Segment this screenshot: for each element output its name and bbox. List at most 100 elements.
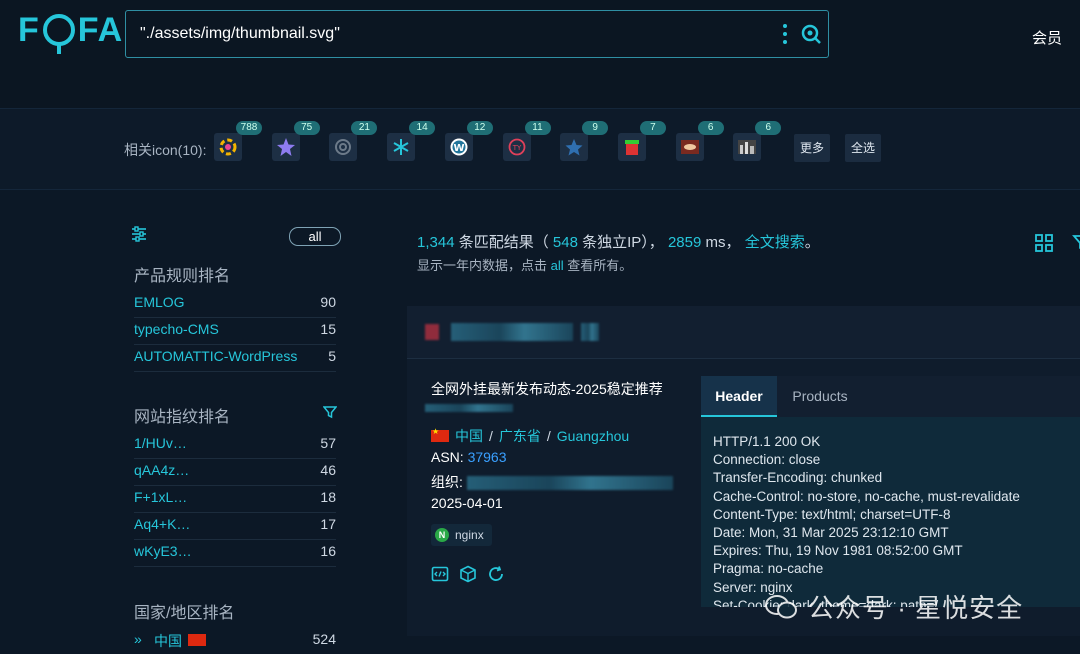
ranking-item-name: AUTOMATTIC-WordPress [134,348,298,364]
icon-count-badge: 75 [293,121,320,135]
detail-tabs: Header Products [701,376,1080,417]
http-header-line: Pragma: no-cache [713,561,824,577]
ranking-item-name: EMLOG [134,294,185,310]
logo-letters-fa: FA [77,10,124,49]
cube-icon[interactable] [459,565,477,583]
icon-count-badge: 12 [466,121,493,135]
watermark-text: 公众号 · 星悦安全 [808,593,1024,623]
product-ranking-row[interactable]: EMLOG 90 [134,290,336,318]
grid-view-icon[interactable] [1034,233,1054,253]
tab-products[interactable]: Products [785,376,855,417]
gear-circle-icon[interactable] [329,133,358,161]
select-all-button[interactable]: 全选 [845,134,882,162]
china-flag-icon [431,427,449,442]
fingerprint-ranking-row[interactable]: qAA4z… 46 [134,458,336,486]
snowflake-icon[interactable] [387,133,416,161]
http-header-line: Expires: Thu, 19 Nov 1981 08:52:00 GMT [713,543,963,559]
http-header-line: Content-Type: text/html; charset=UTF-8 [713,506,951,522]
location-separator: / [546,428,551,444]
redacted-organization[interactable] [467,476,673,490]
filter-funnel-icon[interactable] [1072,233,1080,253]
fofa-logo[interactable]: F FA [18,10,124,54]
icon-count-badge: 6 [755,121,782,135]
redacted-host-address[interactable] [451,323,573,341]
ranking-item-count: 57 [320,435,336,451]
ranking-item-name: Aq4+K… [134,516,191,532]
city-link[interactable]: Guangzhou [557,428,629,444]
tab-header[interactable]: Header [701,376,777,417]
fingerprint-ranking-row[interactable]: wKyE3… 16 [134,539,336,567]
site-title[interactable]: 全网外挂最新发布动态-2025稳定推荐 [431,379,663,399]
org-line: 组织: [431,472,463,492]
ranking-item-count: 17 [320,516,336,532]
query-time-unit: ms， [705,234,741,251]
sub-bar [0,80,1080,108]
asn-link[interactable]: 37963 [468,449,507,465]
ip-count: 548 [552,234,578,251]
ranking-item-name: typecho-CMS [134,321,219,337]
result-card: 全网外挂最新发布动态-2025稳定推荐 中国 / 广东省 / Guangzhou… [407,306,1080,636]
search-bar[interactable]: "./assets/img/thumbnail.svg" [125,10,829,58]
fulltext-search-link[interactable]: 全文搜索 [745,234,805,251]
expand-chevron-icon: » [134,631,142,647]
result-tools [431,565,505,583]
http-header-line: Connection: close [713,452,821,468]
dark-star-icon[interactable] [560,133,589,161]
svg-text:W: W [453,143,464,154]
ranking-item-name: wKyE3… [134,543,192,559]
member-link[interactable]: 会员 [1032,27,1062,48]
icon-count-badge: 14 [409,121,436,135]
refresh-icon[interactable] [487,565,505,583]
all-toggle-button[interactable]: all [289,227,341,246]
location-separator: / [489,428,493,444]
star-shape-icon[interactable] [271,133,300,161]
city-thumbnail-icon[interactable] [733,133,762,161]
view-toggle-group [1034,233,1080,253]
country-row[interactable]: » 中国 524 [134,627,336,654]
result-count: 1,344 [417,234,455,251]
icon-count-badge: 788 [236,121,262,135]
redacted-url [425,404,513,412]
fingerprint-ranking-row[interactable]: 1/HUv… 57 [134,431,336,459]
fingerprint-ranking-row[interactable]: F+1xL… 18 [134,485,336,513]
result-count-text: 条匹配结果（ [458,234,549,251]
server-tag-label: nginx [455,528,484,542]
filter-settings-icon[interactable] [131,226,147,242]
more-options-icon[interactable] [782,24,788,44]
ranking-item-count: 5 [328,348,336,364]
ranking-item-count: 16 [320,543,336,559]
subsummary-suffix: 查看所有。 [567,258,633,273]
product-ranking-title: 产品规则排名 [134,268,231,285]
asn-label: ASN: [431,449,464,465]
filter-funnel-icon[interactable] [323,405,337,419]
ranking-item-count: 18 [320,489,336,505]
result-subsummary: 显示一年内数据，点击 all 查看所有。 [417,255,632,274]
server-tag[interactable]: N nginx [431,524,492,546]
wordpress-icon[interactable]: W [444,133,473,161]
box-red-icon[interactable] [617,133,646,161]
product-ranking-row[interactable]: typecho-CMS 15 [134,317,336,345]
subsummary-prefix: 显示一年内数据，点击 [417,258,548,273]
http-header-panel: HTTP/1.1 200 OK Connection: close Transfer… [701,417,1080,607]
svg-text:TY: TY [511,144,521,152]
province-link[interactable]: 广东省 [499,426,541,446]
icon-count-badge: 6 [697,121,724,135]
country-count: 524 [312,631,336,647]
more-button[interactable]: 更多 [794,134,831,162]
redacted-port [581,323,599,341]
ranking-item-name: 1/HUv… [134,435,187,451]
country-link[interactable]: 中国 [455,426,483,446]
ip-count-text: 条独立IP）， [582,234,664,251]
search-icon[interactable] [800,23,822,45]
product-ranking-row[interactable]: AUTOMATTIC-WordPress 5 [134,344,336,372]
search-input[interactable]: "./assets/img/thumbnail.svg" [140,25,340,43]
all-data-link[interactable]: all [551,258,564,273]
photo-thumbnail-icon[interactable] [675,133,704,161]
http-header-line: Cache-Control: no-store, no-cache, must-… [713,488,1020,504]
code-view-icon[interactable] [431,565,449,583]
ty-circle-icon[interactable]: TY [502,133,531,161]
result-summary: 1,344 条匹配结果（ 548 条独立IP）， 2859 ms， 全文搜索。 [417,231,820,252]
fingerprint-ranking-row[interactable]: Aq4+K… 17 [134,512,336,540]
colorful-wheel-icon[interactable] [214,133,242,161]
http-header-line: Date: Mon, 31 Mar 2025 23:12:10 GMT [713,525,949,541]
